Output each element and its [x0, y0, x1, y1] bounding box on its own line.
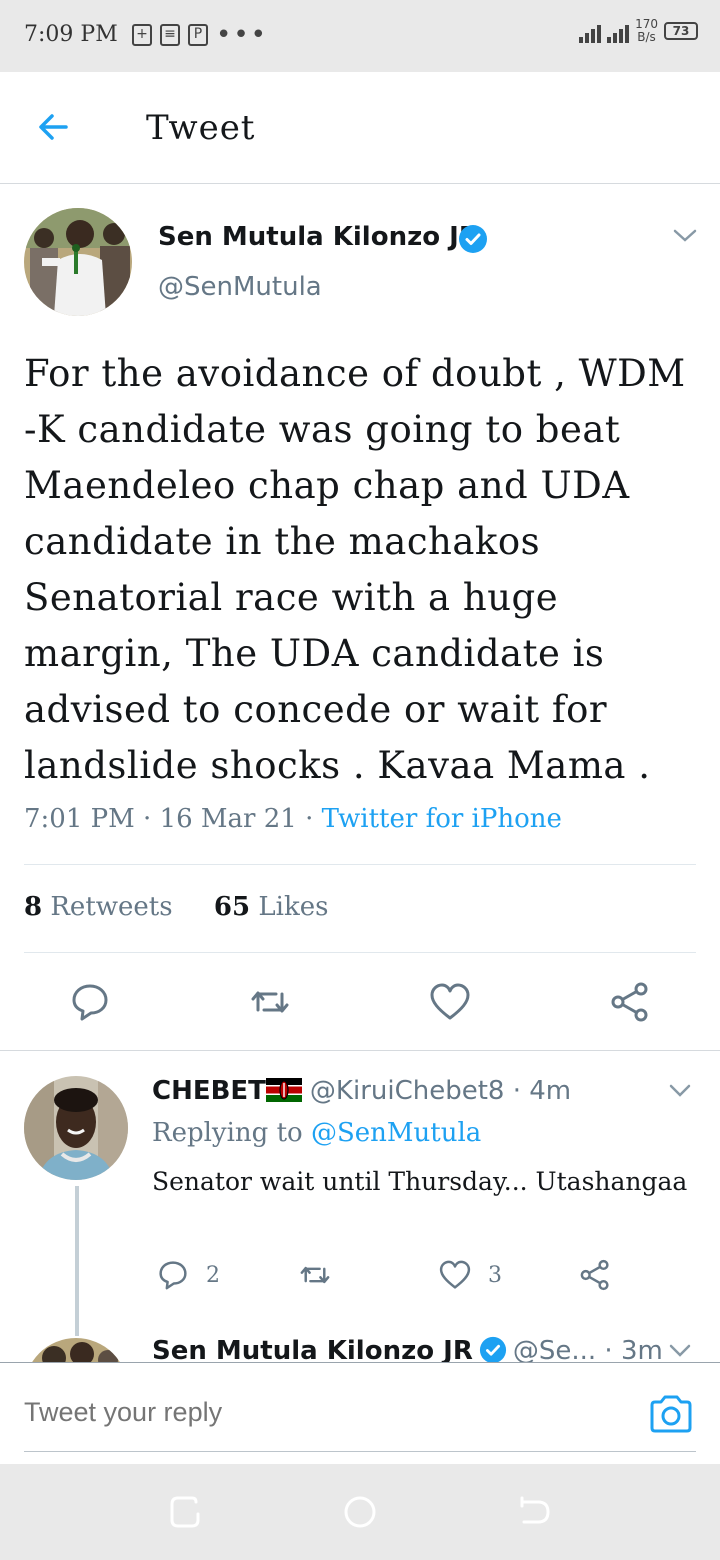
tweet-date: 16 Mar 21 [159, 804, 297, 834]
signal-icon [579, 19, 602, 43]
recents-icon [170, 1496, 200, 1528]
reply-share-button[interactable] [578, 1258, 612, 1292]
back-button[interactable] [30, 102, 80, 152]
reply-composer [0, 1362, 720, 1464]
home-button[interactable] [342, 1494, 378, 1530]
kenya-flag-icon [265, 1078, 302, 1102]
like-count: 3 [488, 1262, 502, 1288]
share-icon [580, 1259, 609, 1291]
plus-box-icon: + [132, 24, 152, 46]
camera-button[interactable] [648, 1393, 694, 1435]
status-right: 170 B/s 73 [579, 18, 698, 44]
reply-author-name[interactable]: CHEBET [152, 1076, 266, 1106]
avatar[interactable] [24, 1076, 128, 1180]
divider [24, 864, 696, 865]
reply-header: CHEBET @KiruiChebet8 · 4m [152, 1076, 572, 1106]
divider [24, 1451, 696, 1452]
status-time: 7:09 PM [24, 22, 118, 47]
retweets-stat[interactable]: 8 Retweets [24, 892, 173, 922]
like-button[interactable] [428, 980, 472, 1024]
tweet-text: For the avoidance of doubt , WDM -K cand… [24, 352, 686, 787]
home-icon [344, 1496, 376, 1528]
author-handle[interactable]: @SenMutula [158, 272, 322, 302]
avatar-photo [24, 1076, 128, 1180]
share-icon [611, 982, 648, 1022]
divider [24, 952, 696, 953]
replying-to-line: Replying to @SenMutula [152, 1118, 482, 1148]
network-speed: 170 B/s [635, 17, 658, 44]
signal-2-icon [607, 19, 630, 43]
retweet-icon [251, 991, 289, 1013]
chevron-down-icon[interactable] [668, 1342, 692, 1360]
battery-icon: 73 [664, 22, 698, 40]
reply-input[interactable] [24, 1397, 378, 1428]
page-title: Tweet [146, 108, 256, 148]
retweet-button[interactable] [248, 980, 292, 1024]
reply-retweet-button[interactable] [298, 1258, 332, 1292]
retweet-icon [300, 1266, 330, 1284]
message-icon: ≡ [160, 24, 180, 46]
reply-text: Senator wait until Thursday... Utashanga… [152, 1167, 688, 1196]
notification-icons: + ≡ P ••• [132, 20, 269, 50]
reply-reply-button[interactable]: 2 [156, 1258, 220, 1292]
back-nav-icon [520, 1496, 550, 1524]
share-button[interactable] [608, 980, 652, 1024]
chevron-down-icon[interactable] [668, 1082, 692, 1100]
reply-button[interactable] [68, 980, 112, 1024]
verified-badge-icon [459, 225, 487, 253]
heart-icon [439, 1260, 471, 1289]
divider [0, 1050, 720, 1051]
avatar[interactable] [24, 208, 132, 316]
status-bar: 7:09 PM + ≡ P ••• 170 B/s 73 [0, 0, 720, 72]
replying-to-link[interactable]: @SenMutula [311, 1118, 481, 1148]
more-notifications: ••• [216, 20, 269, 50]
tweet-source-link[interactable]: Twitter for iPhone [322, 804, 562, 834]
pdf-icon: P [188, 24, 208, 46]
heart-icon [430, 983, 470, 1020]
reply-icon [72, 984, 108, 1021]
back-nav-button[interactable] [516, 1494, 552, 1530]
likes-stat[interactable]: 65 Likes [214, 892, 329, 922]
tweet-time: 7:01 PM [24, 804, 135, 834]
author-name[interactable]: Sen Mutula Kilonzo JR [158, 222, 479, 252]
camera-icon [650, 1395, 692, 1433]
reply-like-button[interactable]: 3 [438, 1258, 502, 1292]
reply-time: 4m [529, 1076, 572, 1106]
reply-icon [159, 1261, 187, 1290]
avatar-photo [24, 208, 132, 316]
chevron-down-icon[interactable] [672, 226, 698, 246]
thread-line [75, 1186, 79, 1336]
verified-badge-icon [479, 1336, 506, 1364]
arrow-left-icon [39, 114, 68, 140]
system-nav-bar [0, 1464, 720, 1560]
reply-count: 2 [206, 1262, 220, 1288]
top-bar: Tweet [0, 72, 720, 184]
recents-button[interactable] [168, 1494, 204, 1530]
reply-author-handle[interactable]: @KiruiChebet8 [310, 1076, 505, 1106]
tweet-stats: 8 Retweets 65 Likes [24, 892, 328, 922]
tweet-metadata: 7:01 PM · 16 Mar 21 · Twitter for iPhone [24, 804, 562, 834]
